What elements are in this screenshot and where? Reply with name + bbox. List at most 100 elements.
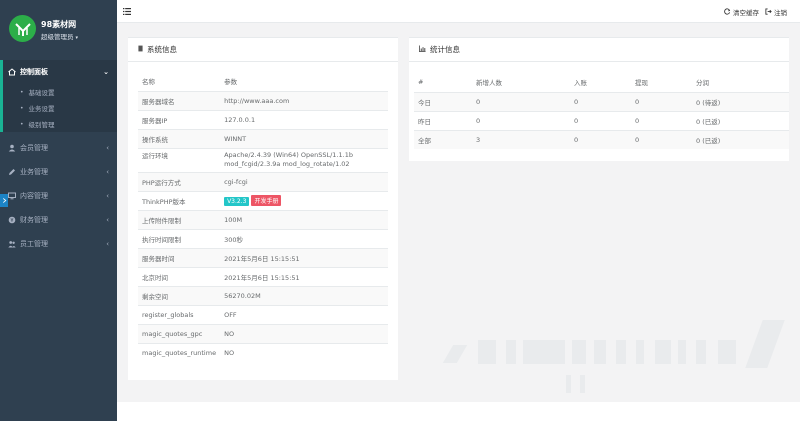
table-cell: 昨日	[418, 117, 431, 126]
chevron-right-icon	[2, 198, 6, 203]
row-value: NO	[224, 348, 235, 357]
server-domain-link[interactable]: http://www.aaa.com	[220, 91, 388, 110]
chevron-left-icon: ‹	[106, 144, 109, 152]
user-role-dropdown[interactable]: 超级管理员 ▾	[41, 31, 78, 41]
sidebar-item-label: 内容管理	[20, 192, 48, 200]
sidebar-item-business[interactable]: 业务管理 ‹	[0, 160, 117, 184]
refresh-icon	[724, 7, 731, 17]
table-header-row: 名称 参数	[138, 72, 388, 91]
table-row: 上传附件限制 100M	[138, 210, 388, 229]
sidebar-item-staff[interactable]: 员工管理 ‹	[0, 232, 117, 256]
watermark-shape	[572, 340, 586, 364]
table-row: 运行环境 Apache/2.4.39 (Win64) OpenSSL/1.1.1b…	[138, 148, 388, 172]
table-cell: 3	[476, 135, 481, 144]
row-key: 上传附件限制	[142, 216, 181, 225]
sidebar-item-dashboard[interactable]: 控制面板 ⌄	[0, 60, 117, 84]
dot-icon: •	[20, 120, 24, 128]
version-badge: V3.2.3	[224, 197, 250, 206]
team-icon	[8, 240, 16, 248]
user-role-label: 超级管理员	[41, 33, 74, 41]
submenu-item-label: 业务设置	[28, 105, 55, 113]
watermark-shape	[616, 340, 626, 364]
system-info-panel: 系统信息 名称 参数 服务器域名 http://www.aaa.com 服务器IP…	[128, 37, 398, 380]
submenu-item-basic-settings[interactable]: • 基础设置	[0, 84, 117, 100]
table-cell: 今日	[418, 98, 431, 107]
table-row: 执行时间限制 300秒	[138, 229, 388, 248]
column-header: #	[418, 78, 424, 87]
sidebar-item-finance[interactable]: ¥ 财务管理 ‹	[0, 208, 117, 232]
submenu-item-business-settings[interactable]: • 业务设置	[0, 100, 117, 116]
system-info-table: 名称 参数 服务器域名 http://www.aaa.com 服务器IP 127.0…	[138, 72, 388, 362]
logo	[9, 15, 36, 42]
row-key: magic_quotes_runtime	[142, 348, 217, 357]
chevron-down-icon: ⌄	[103, 68, 109, 76]
logo-mark-icon	[14, 22, 31, 36]
table-cell: 0	[574, 97, 579, 106]
submenu-item-label: 基础设置	[28, 89, 55, 97]
table-cell: 0	[574, 116, 579, 125]
table-cell: 0	[574, 135, 579, 144]
row-key: 北京时间	[142, 273, 168, 282]
coin-icon: ¥	[8, 216, 16, 224]
document-icon	[138, 45, 143, 54]
table-cell: 0	[635, 97, 640, 106]
sidebar-item-content[interactable]: 内容管理 ‹	[0, 184, 117, 208]
sidebar-item-label: 业务管理	[20, 168, 48, 176]
watermark-shape	[655, 340, 671, 364]
pc-icon	[8, 192, 16, 200]
table-row: 服务器域名 http://www.aaa.com	[138, 91, 388, 110]
row-value: WINNT	[224, 134, 247, 143]
dot-icon: •	[20, 104, 24, 112]
brand-name: 98素材网	[41, 20, 77, 29]
row-value: 56270.02M	[224, 291, 261, 300]
menu-toggle-icon[interactable]	[123, 8, 131, 15]
table-row: PHP运行方式 cgi-fcgi	[138, 172, 388, 191]
table-cell: 0 (待返)	[696, 98, 721, 107]
table-row: magic_quotes_gpc NO	[138, 324, 388, 343]
logout-button[interactable]: 注销	[765, 7, 787, 17]
watermark-shape	[580, 375, 585, 393]
sidebar-item-label: 控制面板	[20, 68, 48, 76]
row-value: 300秒	[224, 235, 243, 244]
profile-header: 98素材网 超级管理员 ▾	[0, 0, 117, 54]
table-cell: 0	[635, 116, 640, 125]
table-row: 服务器时间 2021年5月6日 15:15:51	[138, 248, 388, 267]
watermark-shape	[678, 340, 686, 364]
row-value: Apache/2.4.39 (Win64) OpenSSL/1.1.1b mod_…	[220, 148, 388, 172]
table-row: 北京时间 2021年5月6日 15:15:51	[138, 267, 388, 286]
watermark-shape	[594, 340, 606, 364]
row-value: cgi-fcgi	[224, 177, 248, 186]
table-row: 服务器IP 127.0.0.1	[138, 110, 388, 129]
top-navbar: 清空缓存 注销	[117, 0, 800, 23]
column-header: 参数	[224, 78, 238, 87]
table-cell: 0 (已返)	[696, 117, 721, 126]
watermark-shape	[523, 340, 565, 364]
panel-header: 统计信息	[409, 38, 789, 62]
row-value-line: Apache/2.4.39 (Win64) OpenSSL/1.1.1b	[224, 151, 353, 159]
row-key: 执行时间限制	[142, 235, 181, 244]
table-cell: 0	[476, 97, 481, 106]
column-header: 分润	[696, 79, 709, 88]
dev-manual-badge[interactable]: 开发手册	[251, 195, 282, 206]
clear-cache-button[interactable]: 清空缓存	[724, 7, 759, 17]
row-key: 服务器时间	[142, 254, 175, 263]
table-row: magic_quotes_runtime NO	[138, 343, 388, 362]
table-cell: 0	[476, 116, 481, 125]
watermark-shape	[478, 340, 496, 364]
watermark-shape	[718, 340, 736, 364]
panel-title: 系统信息	[147, 45, 177, 54]
row-key: register_globals	[142, 310, 194, 319]
sidebar-item-members[interactable]: 会员管理 ‹	[0, 136, 117, 160]
row-value: V3.2.3 开发手册	[220, 191, 388, 210]
row-key: 操作系统	[142, 135, 168, 144]
row-key: PHP运行方式	[142, 178, 181, 187]
panel-title: 统计信息	[430, 45, 460, 54]
table-row: 今日 0 0 0 0 (待返)	[414, 92, 789, 111]
submenu-item-label: 级别管理	[28, 121, 55, 129]
side-toggle-tab[interactable]	[0, 194, 8, 207]
submenu-item-level-management[interactable]: • 级别管理	[0, 116, 117, 132]
footer	[117, 402, 800, 421]
chevron-left-icon: ‹	[106, 240, 109, 248]
home-icon	[8, 68, 16, 76]
table-cell: 全部	[418, 136, 431, 145]
